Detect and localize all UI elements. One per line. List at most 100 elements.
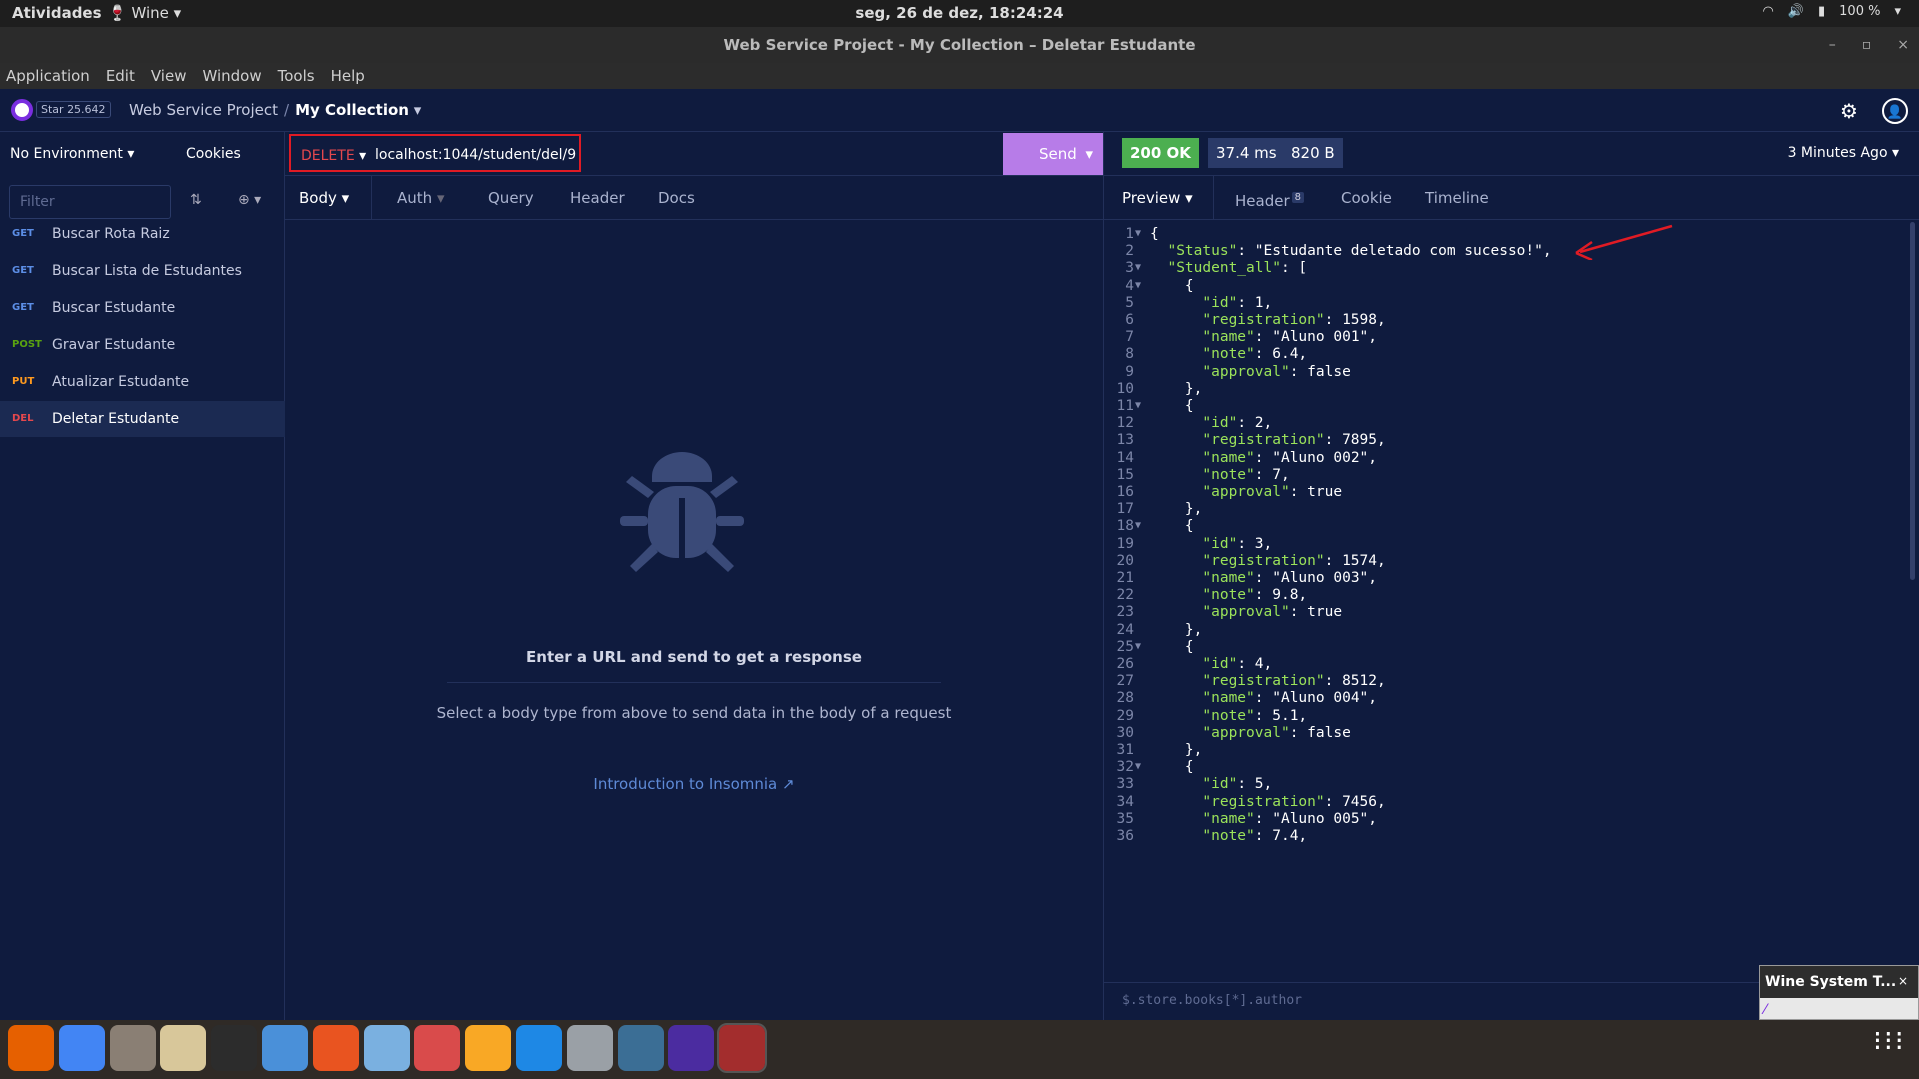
wine-glass-icon: ⁄ bbox=[1764, 1002, 1767, 1018]
gear-icon[interactable]: ⚙ bbox=[1836, 98, 1862, 124]
account-icon[interactable]: 👤 bbox=[1882, 98, 1908, 124]
evince-icon[interactable] bbox=[414, 1025, 461, 1071]
database-icon[interactable] bbox=[566, 1025, 613, 1071]
cookies-button[interactable]: Cookies bbox=[186, 146, 241, 162]
tab-preview[interactable]: Preview ▾ bbox=[1122, 176, 1214, 220]
line-number: 10 bbox=[1116, 380, 1134, 397]
tab-timeline[interactable]: Timeline bbox=[1425, 176, 1489, 220]
line-number: 1 bbox=[1125, 226, 1134, 242]
menu-application[interactable]: Application bbox=[6, 67, 90, 85]
line-number: 33 bbox=[1116, 776, 1134, 793]
external-link-icon: ↗ bbox=[782, 775, 795, 793]
github-star-badge[interactable]: Star 25.642 bbox=[36, 101, 111, 118]
sidebar-item-buscar-estudante[interactable]: GET Buscar Estudante bbox=[0, 290, 285, 326]
divider bbox=[447, 682, 941, 683]
line-number: 22 bbox=[1116, 587, 1134, 604]
wine-icon[interactable] bbox=[717, 1023, 768, 1073]
clock[interactable]: seg, 26 de dez, 18:24:24 bbox=[0, 4, 1919, 22]
line-number: 14 bbox=[1116, 449, 1134, 466]
line-number: 28 bbox=[1116, 690, 1134, 707]
tab-query[interactable]: Query bbox=[488, 176, 534, 220]
help-icon[interactable] bbox=[262, 1025, 308, 1071]
maximize-icon[interactable]: ▫ bbox=[1862, 27, 1872, 63]
app-grid-icon[interactable]: ⁝⁝⁝ bbox=[1873, 1027, 1906, 1055]
fold-toggle-icon[interactable]: ▼ bbox=[1135, 262, 1141, 273]
breadcrumb-workspace[interactable]: Web Service Project bbox=[129, 101, 278, 119]
mysql-workbench-icon[interactable] bbox=[617, 1025, 664, 1071]
minimize-icon[interactable]: – bbox=[1829, 27, 1836, 63]
url-input[interactable]: localhost:1044/student/del/9 bbox=[375, 147, 576, 163]
method-badge: GET bbox=[12, 302, 34, 313]
tab-header[interactable]: Header bbox=[570, 176, 625, 220]
wine-system-tray-window[interactable]: Wine System T... × ⁄ bbox=[1759, 965, 1919, 1020]
tab-cookie[interactable]: Cookie bbox=[1341, 176, 1392, 220]
chevron-down-icon: ▾ bbox=[359, 148, 367, 164]
sublime-icon[interactable] bbox=[465, 1025, 512, 1071]
code-text: { bbox=[1150, 226, 1159, 242]
method-selector[interactable]: DELETE ▾ bbox=[301, 148, 366, 164]
fold-toggle-icon[interactable]: ▼ bbox=[1135, 280, 1141, 291]
line-number: 34 bbox=[1116, 793, 1134, 810]
response-tabs: Preview ▾ Header 8 Cookie Timeline bbox=[1103, 176, 1919, 220]
send-options-icon[interactable]: ▾ bbox=[1085, 133, 1093, 175]
code-text: "name": "Aluno 001", bbox=[1202, 329, 1378, 346]
rhythmbox-icon[interactable] bbox=[160, 1025, 207, 1071]
firefox-icon[interactable] bbox=[8, 1025, 54, 1071]
menu-help[interactable]: Help bbox=[331, 67, 365, 85]
tab-auth[interactable]: Auth ▾ bbox=[397, 176, 444, 220]
code-text: "approval": true bbox=[1202, 604, 1343, 621]
tab-docs[interactable]: Docs bbox=[658, 176, 695, 220]
scrollbar[interactable] bbox=[1910, 222, 1915, 580]
vscode-icon[interactable] bbox=[516, 1025, 562, 1071]
fold-toggle-icon[interactable]: ▼ bbox=[1135, 761, 1141, 772]
introduction-link[interactable]: Introduction to Insomnia ↗ bbox=[285, 775, 1103, 793]
menu-tools[interactable]: Tools bbox=[278, 67, 315, 85]
fold-toggle-icon[interactable]: ▼ bbox=[1135, 641, 1141, 652]
send-button[interactable]: Send ▾ bbox=[1003, 133, 1103, 175]
response-code-viewer[interactable]: 1 ▼{2 "Status": "Estudante deletado com s… bbox=[1103, 220, 1919, 982]
sort-icon[interactable]: ⇅ bbox=[190, 192, 202, 208]
line-number: 4 bbox=[1125, 277, 1134, 294]
wine-popup-title: Wine System T... bbox=[1760, 966, 1918, 998]
fold-toggle-icon[interactable]: ▼ bbox=[1135, 400, 1141, 411]
sidebar-item-buscar-lista-de-estudantes[interactable]: GET Buscar Lista de Estudantes bbox=[0, 253, 285, 289]
menu-view[interactable]: View bbox=[151, 67, 187, 85]
request-body-panel: Enter a URL and send to get a response S… bbox=[285, 220, 1103, 1020]
history-dropdown[interactable]: 3 Minutes Ago ▾ bbox=[1788, 145, 1899, 161]
line-number: 20 bbox=[1116, 552, 1134, 569]
sidebar-item-gravar-estudante[interactable]: POST Gravar Estudante bbox=[0, 327, 285, 363]
insomnia-logo-icon[interactable] bbox=[11, 99, 33, 121]
wifi-icon: ◠ bbox=[1762, 4, 1774, 19]
fold-toggle-icon[interactable]: ▼ bbox=[1135, 520, 1141, 531]
filter-input[interactable]: Filter bbox=[9, 185, 171, 219]
close-icon[interactable]: × bbox=[1897, 27, 1909, 63]
document-viewer-icon[interactable] bbox=[363, 1025, 410, 1071]
files-icon[interactable] bbox=[109, 1025, 156, 1071]
sidebar-item-deletar-estudante[interactable]: DEL Deletar Estudante bbox=[0, 401, 285, 437]
insomnia-icon[interactable] bbox=[668, 1025, 715, 1071]
line-number: 27 bbox=[1116, 673, 1134, 690]
sidebar-item-buscar-rota-raiz[interactable]: GET Buscar Rota Raiz bbox=[0, 216, 285, 252]
code-text: "id": 5, bbox=[1202, 776, 1273, 793]
menu-window[interactable]: Window bbox=[202, 67, 261, 85]
tab-body[interactable]: Body ▾ bbox=[299, 176, 373, 220]
sidebar-item-atualizar-estudante[interactable]: PUT Atualizar Estudante bbox=[0, 364, 285, 400]
line-number: 21 bbox=[1116, 570, 1134, 586]
code-text: }, bbox=[1150, 742, 1203, 758]
chevron-down-icon[interactable]: ▾ bbox=[414, 101, 422, 119]
menu-edit[interactable]: Edit bbox=[106, 67, 135, 85]
system-tray[interactable]: ◠ 🔊 ▮ 100 % ▾ bbox=[1762, 4, 1901, 19]
close-icon[interactable]: × bbox=[1898, 974, 1908, 988]
terminal-icon[interactable] bbox=[211, 1025, 258, 1071]
fold-toggle-icon[interactable]: ▼ bbox=[1135, 228, 1141, 239]
chrome-icon[interactable] bbox=[58, 1025, 105, 1071]
code-text: "note": 5.1, bbox=[1202, 707, 1308, 724]
url-highlight-box: DELETE ▾ localhost:1044/student/del/9 bbox=[289, 134, 581, 172]
code-text: "registration": 7456, bbox=[1202, 793, 1386, 810]
environment-selector[interactable]: No Environment ▾ bbox=[10, 146, 134, 162]
add-icon[interactable]: ⊕ ▾ bbox=[238, 192, 261, 208]
tab-response-header[interactable]: Header 8 bbox=[1235, 176, 1304, 220]
breadcrumb-collection[interactable]: My Collection bbox=[295, 101, 409, 119]
line-number: 31 bbox=[1116, 742, 1134, 758]
software-icon[interactable] bbox=[312, 1025, 359, 1071]
